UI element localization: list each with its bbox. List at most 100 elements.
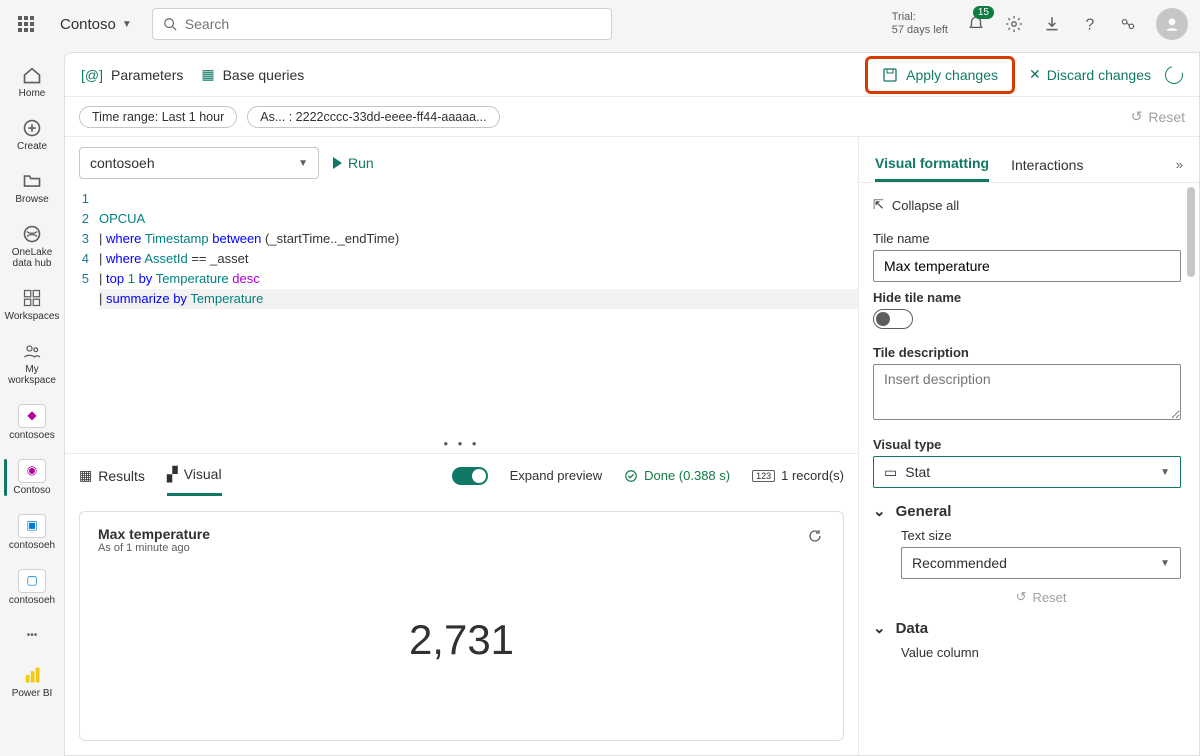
nav-ws-contosoeh2[interactable]: ▢ contosoeh — [4, 563, 60, 612]
more-icon: ••• — [21, 624, 43, 646]
value-column-label: Value column — [901, 645, 1181, 660]
query-status: Done (0.388 s) — [624, 468, 730, 483]
reset-section-button[interactable]: ↺ Reset — [901, 589, 1181, 605]
org-name: Contoso — [60, 16, 116, 33]
tile-value: 2,731 — [98, 554, 825, 726]
run-button[interactable]: Run — [333, 155, 374, 171]
section-data[interactable]: ⌄ Data — [873, 619, 1181, 637]
datahub-icon — [21, 223, 43, 245]
workspace-tile-icon: ▢ — [18, 569, 46, 593]
visual-type-label: Visual type — [873, 437, 1181, 452]
help-icon[interactable]: ? — [1080, 14, 1100, 34]
scrollbar[interactable] — [1187, 187, 1195, 277]
code-lines: OPCUA | where Timestamp between (_startT… — [99, 189, 858, 309]
feedback-icon[interactable] — [1118, 14, 1138, 34]
tab-visual[interactable]: ▞ Visual — [167, 456, 222, 496]
discard-changes-button[interactable]: ✕ Discard changes — [1029, 66, 1151, 83]
tile-refresh-icon[interactable] — [805, 526, 825, 546]
chevron-down-icon: ⌄ — [873, 502, 886, 520]
people-icon — [21, 340, 43, 362]
download-icon[interactable] — [1042, 14, 1062, 34]
plus-circle-icon — [21, 117, 43, 139]
query-editor-area: contosoeh ▼ Run 12345 OPCUA | where Time… — [65, 137, 859, 755]
main-content: [@] Parameters ▦ Base queries Apply chan… — [64, 52, 1200, 756]
preview-area: Max temperature As of 1 minute ago 2,731 — [65, 497, 858, 755]
chevron-down-icon: ▼ — [122, 19, 132, 30]
stat-tile: Max temperature As of 1 minute ago 2,731 — [79, 511, 844, 741]
notification-badge: 15 — [973, 6, 994, 19]
resize-handle[interactable]: • • • — [65, 434, 858, 453]
format-panel: Visual formatting Interactions » ⇱ Colla… — [859, 137, 1199, 755]
visual-type-select[interactable]: ▭Stat ▼ — [873, 456, 1181, 488]
check-circle-icon — [624, 469, 638, 483]
user-avatar[interactable] — [1156, 8, 1188, 40]
asset-pill[interactable]: As... : 2222cccc-33dd-eeee-ff44-aaaaa... — [247, 106, 499, 128]
nav-onelake[interactable]: OneLake data hub — [4, 217, 60, 275]
folder-icon — [21, 170, 43, 192]
reset-filters-button[interactable]: ↺ Reset — [1131, 108, 1185, 125]
save-icon — [882, 67, 898, 83]
search-box[interactable] — [152, 8, 612, 40]
number-icon: 123 — [752, 470, 775, 482]
tile-subtitle: As of 1 minute ago — [98, 542, 210, 554]
tile-title: Max temperature — [98, 526, 210, 542]
nav-workspaces[interactable]: Workspaces — [4, 281, 60, 328]
code-editor[interactable]: 12345 OPCUA | where Timestamp between (_… — [65, 189, 858, 317]
nav-browse[interactable]: Browse — [4, 164, 60, 211]
nav-home[interactable]: Home — [4, 58, 60, 105]
record-count: 123 1 record(s) — [752, 468, 844, 483]
trial-status: Trial:57 days left — [892, 11, 948, 37]
close-icon: ✕ — [1029, 66, 1041, 83]
table-icon: ▦ — [79, 467, 92, 484]
tab-interactions[interactable]: Interactions — [1011, 149, 1083, 181]
tab-results[interactable]: ▦ Results — [79, 457, 145, 494]
chevron-down-icon: ▼ — [1160, 558, 1170, 569]
nav-powerbi[interactable]: Power BI — [4, 658, 60, 705]
text-size-select[interactable]: Recommended ▼ — [901, 547, 1181, 579]
tab-visual-formatting[interactable]: Visual formatting — [875, 147, 989, 182]
nav-more[interactable]: ••• — [4, 618, 60, 652]
chart-icon: ▞ — [167, 466, 178, 483]
collapse-all-button[interactable]: ⇱ Collapse all — [873, 193, 1181, 223]
org-switcher[interactable]: Contoso ▼ — [52, 12, 140, 37]
tile-description-input[interactable] — [873, 364, 1181, 420]
settings-icon[interactable] — [1004, 14, 1024, 34]
left-nav: Home Create Browse OneLake data hub Work… — [0, 48, 64, 756]
workspace-tile-icon: ▣ — [18, 514, 46, 538]
parameters-icon: [@] — [81, 67, 103, 83]
chevron-down-icon: ▼ — [1160, 467, 1170, 478]
hide-tile-name-toggle[interactable] — [873, 309, 913, 329]
search-icon — [163, 17, 177, 31]
chevron-down-icon: ⌄ — [873, 619, 886, 637]
expand-panel-icon[interactable]: » — [1176, 157, 1183, 172]
nav-ws-contoso[interactable]: ◉ Contoso — [4, 453, 60, 502]
nav-ws-contosoeh1[interactable]: ▣ contosoeh — [4, 508, 60, 557]
section-general[interactable]: ⌄ General — [873, 502, 1181, 520]
collapse-icon: ⇱ — [873, 197, 884, 213]
search-input[interactable] — [185, 16, 601, 32]
nav-my-workspace[interactable]: My workspace — [4, 334, 60, 392]
datasource-select[interactable]: contosoeh ▼ — [79, 147, 319, 179]
tile-name-input[interactable] — [873, 250, 1181, 282]
notifications-icon[interactable]: 15 — [966, 14, 986, 34]
app-launcher-icon[interactable] — [12, 10, 40, 38]
nav-ws-contosoes[interactable]: ◆ contosoes — [4, 398, 60, 447]
expand-preview-toggle[interactable] — [452, 467, 488, 485]
apply-changes-button[interactable]: Apply changes — [865, 56, 1015, 94]
top-bar: Contoso ▼ Trial:57 days left 15 ? — [0, 0, 1200, 48]
nav-create[interactable]: Create — [4, 111, 60, 158]
svg-text:?: ? — [1086, 17, 1095, 33]
undo-icon: ↺ — [1131, 108, 1143, 125]
tile-name-label: Tile name — [873, 231, 1181, 246]
undo-icon: ↺ — [1016, 589, 1027, 605]
base-queries-button[interactable]: ▦ Base queries — [201, 66, 304, 83]
command-bar: [@] Parameters ▦ Base queries Apply chan… — [65, 53, 1199, 97]
refresh-icon[interactable] — [1162, 62, 1187, 87]
chevron-down-icon: ▼ — [298, 158, 308, 169]
parameters-button[interactable]: [@] Parameters — [81, 67, 183, 83]
hide-tile-name-label: Hide tile name — [873, 290, 1181, 305]
line-gutter: 12345 — [65, 189, 99, 309]
time-range-pill[interactable]: Time range: Last 1 hour — [79, 106, 237, 128]
tile-description-label: Tile description — [873, 345, 1181, 360]
results-toolbar: ▦ Results ▞ Visual Expand preview Done (… — [65, 453, 858, 497]
